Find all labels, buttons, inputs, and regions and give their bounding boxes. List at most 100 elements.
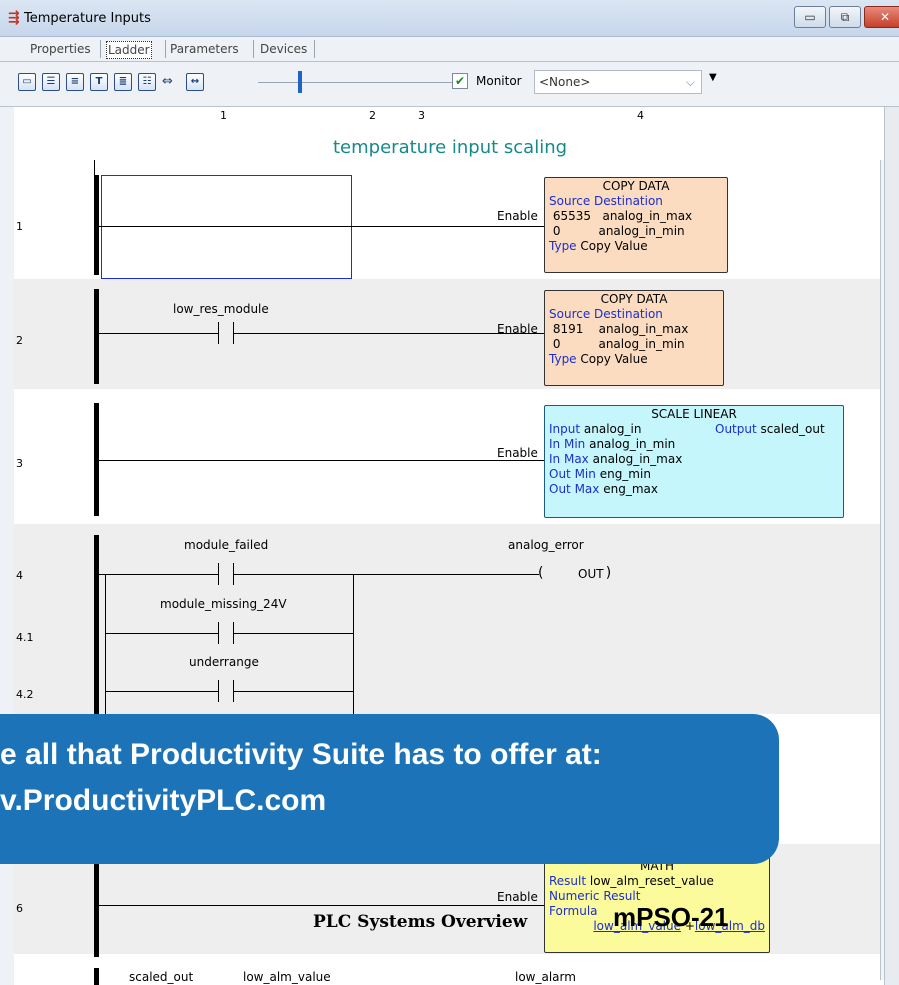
- power-rail: [94, 175, 99, 275]
- arrows-icon[interactable]: ⇔: [162, 74, 173, 89]
- contact-symbol[interactable]: [218, 680, 234, 702]
- rung-number: 4.1: [16, 631, 34, 644]
- input-value: analog_in: [583, 422, 642, 436]
- source-value: 0: [552, 337, 561, 351]
- title-bar: ⇶ Temperature Inputs ▭ ⧉ ✕: [0, 0, 899, 37]
- enable-label: Enable: [497, 322, 538, 336]
- rung-number: 6: [16, 902, 23, 915]
- source-value: 65535: [552, 209, 592, 223]
- instruction-list-icon[interactable]: ☰: [42, 73, 60, 91]
- out-min-label: Out Min: [549, 467, 596, 481]
- source-header: Source: [549, 307, 591, 321]
- out-min-value: eng_min: [599, 467, 651, 481]
- window-title: Temperature Inputs: [24, 11, 151, 26]
- copy-data-block[interactable]: COPY DATA Source Destination 8191 analog…: [544, 290, 724, 386]
- rung-view-icon[interactable]: ▭: [18, 73, 36, 91]
- restore-button[interactable]: ⧉: [829, 6, 861, 28]
- rung-number: 3: [16, 457, 23, 470]
- footer-code: mPSO-21: [613, 902, 729, 932]
- type-label: Type: [549, 239, 577, 253]
- scale-linear-block[interactable]: SCALE LINEAR Input analog_in Output scale…: [544, 405, 844, 518]
- monitor-select-value: <None>: [539, 75, 591, 89]
- copy-data-block[interactable]: COPY DATA Source Destination 65535 analo…: [544, 177, 728, 273]
- zoom-slider-track[interactable]: [258, 82, 458, 83]
- type-value: Copy Value: [580, 352, 648, 366]
- power-rail: [94, 862, 99, 957]
- rung-2-band[interactable]: [14, 279, 880, 389]
- scrollbar[interactable]: [884, 107, 899, 985]
- destination-header: Destination: [594, 194, 663, 208]
- rung-4-band[interactable]: [14, 524, 880, 714]
- selection-box[interactable]: [101, 175, 352, 279]
- ladder-app-icon: ⇶: [8, 10, 20, 26]
- outline-icon[interactable]: ≡: [66, 73, 84, 91]
- coil-text: OUT: [578, 567, 604, 581]
- contact-label: low_res_module: [173, 302, 269, 316]
- toolbar-dropdown-icon[interactable]: ▼: [709, 72, 717, 83]
- column-number: 3: [418, 109, 425, 122]
- promo-banner: e all that Productivity Suite has to off…: [0, 714, 779, 864]
- tab-bar: Properties Ladder Parameters Devices: [0, 37, 899, 62]
- source-value: 0: [552, 224, 561, 238]
- output-label: Output: [715, 422, 757, 436]
- block-title: SCALE LINEAR: [651, 407, 737, 421]
- in-min-label: In Min: [549, 437, 586, 451]
- result-label: Result: [549, 874, 587, 888]
- banner-line-1: e all that Productivity Suite has to off…: [0, 738, 602, 771]
- monitor-select[interactable]: <None> ⌵: [534, 70, 702, 94]
- type-value: Copy Value: [580, 239, 648, 253]
- contact-symbol[interactable]: [218, 322, 234, 344]
- coil-label: low_alarm: [515, 970, 576, 984]
- column-number: 4: [637, 109, 644, 122]
- rung-number: 4.2: [16, 688, 34, 701]
- contact-symbol[interactable]: [218, 622, 234, 644]
- coil-label: analog_error: [508, 538, 584, 552]
- tree-icon[interactable]: ☷: [138, 73, 156, 91]
- column-number: 1: [220, 109, 227, 122]
- contact-label: underrange: [189, 655, 259, 669]
- power-rail: [94, 968, 99, 985]
- destination-value: analog_in_max: [602, 209, 693, 223]
- contact-label: low_alm_value: [243, 970, 331, 984]
- tag-text-icon[interactable]: T: [90, 73, 108, 91]
- zoom-slider-thumb[interactable]: [298, 71, 302, 93]
- source-value: 8191: [552, 322, 584, 336]
- source-header: Source: [549, 194, 591, 208]
- monitor-label: Monitor: [476, 74, 522, 88]
- contact-label: scaled_out: [129, 970, 194, 984]
- contact-symbol[interactable]: [218, 563, 234, 585]
- close-button[interactable]: ✕: [864, 6, 899, 28]
- monitor-checkbox[interactable]: ✔: [452, 73, 468, 89]
- contact-label: module_failed: [184, 538, 269, 552]
- contact-label: module_missing_24V: [160, 597, 287, 611]
- ladder-toolbar: ▭ ☰ ≡ T ≣ ☷ ⇔ ↔ ✔ Monitor <None> ⌵ ▼: [0, 62, 899, 107]
- rung-number: 1: [16, 220, 23, 233]
- power-rail: [94, 535, 99, 715]
- input-label: Input: [549, 422, 581, 436]
- comment-icon[interactable]: ≣: [114, 73, 132, 91]
- chevron-down-icon: ⌵: [685, 75, 695, 89]
- minimize-button[interactable]: ▭: [794, 6, 826, 28]
- destination-header: Destination: [594, 307, 663, 321]
- output-value: scaled_out: [760, 422, 825, 436]
- fit-width-icon[interactable]: ↔: [186, 73, 204, 91]
- footer-title: PLC Systems Overview: [313, 912, 528, 932]
- tab-parameters[interactable]: Parameters: [170, 41, 239, 57]
- enable-label: Enable: [497, 890, 538, 904]
- block-title: COPY DATA: [600, 292, 668, 306]
- out-max-value: eng_max: [603, 482, 658, 496]
- destination-value: analog_in_max: [598, 322, 689, 336]
- rung-heading: temperature input scaling: [333, 137, 568, 158]
- enable-label: Enable: [497, 446, 538, 460]
- rung-number: 4: [16, 569, 23, 582]
- destination-value: analog_in_min: [598, 224, 685, 238]
- type-label: Type: [549, 352, 577, 366]
- block-title: COPY DATA: [602, 179, 670, 193]
- power-rail: [94, 289, 99, 384]
- tab-properties[interactable]: Properties: [30, 41, 91, 57]
- column-number: 2: [369, 109, 376, 122]
- tab-devices[interactable]: Devices: [260, 41, 307, 57]
- rung-number: 2: [16, 334, 23, 347]
- tab-ladder[interactable]: Ladder: [106, 41, 152, 59]
- result-value: low_alm_reset_value: [589, 874, 714, 888]
